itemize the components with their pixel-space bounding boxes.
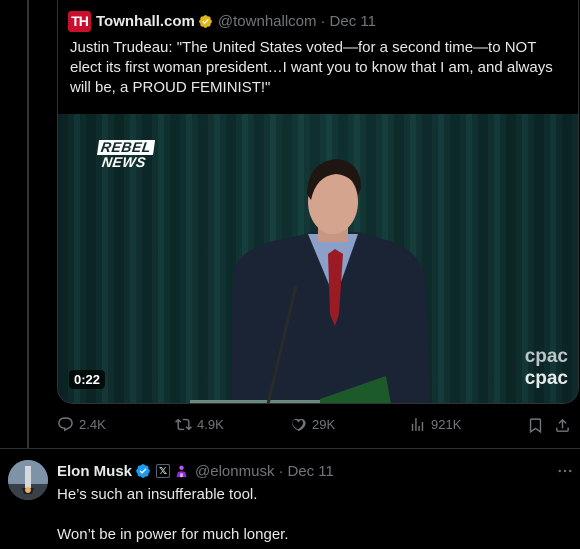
quoted-post-date[interactable]: Dec 11 [330, 13, 376, 30]
views-count: 921K [431, 417, 462, 432]
bookmark-icon[interactable] [527, 417, 544, 434]
verified-gold-badge-icon [199, 14, 212, 28]
reply-author-handle[interactable]: @elonmusk [195, 463, 274, 480]
quoted-author-name[interactable]: Townhall.com [96, 13, 195, 30]
views-chart-icon [411, 418, 424, 431]
reply-post-date[interactable]: Dec 11 [287, 463, 333, 480]
reply-text-line-1: He’s such an insufferable tool. [57, 486, 258, 503]
cpac-logo: cpac cpac [525, 346, 568, 390]
rebel-news-watermark: REBEL NEWS [92, 136, 157, 174]
cpac-logo-bottom: cpac [524, 368, 568, 389]
rebel-watermark-bottom: NEWS [100, 154, 148, 170]
repost-count: 4.9K [197, 417, 224, 432]
reply-button[interactable]: 2.4K [57, 416, 106, 433]
verified-blue-badge-icon [136, 464, 150, 478]
separator-dot: · [278, 462, 284, 480]
post-action-bar: 2.4K 4.9K 29K 921K [57, 416, 577, 436]
separator-dot: · [320, 12, 326, 30]
thread-connector-line [27, 0, 29, 448]
repost-button[interactable]: 4.9K [175, 416, 224, 433]
views-button[interactable]: 921K [409, 416, 461, 433]
reply-count: 2.4K [79, 417, 106, 432]
reply-icon [58, 417, 73, 432]
post-divider [0, 448, 580, 449]
cpac-logo-top: cpac [524, 346, 568, 367]
x-affiliate-badge-icon: 𝕏 [156, 464, 171, 478]
like-count: 29K [312, 417, 336, 432]
reply-text-line-2: Won’t be in power for much longer. [57, 526, 289, 543]
like-heart-icon [292, 418, 306, 431]
townhall-avatar[interactable]: TH [68, 10, 91, 32]
quoted-post-text: Justin Trudeau: "The United States voted… [70, 39, 553, 96]
share-icon[interactable] [554, 417, 571, 434]
reply-post-header: Elon Musk 𝕏 @elonmusk · Dec 11 [57, 461, 334, 481]
rebel-watermark-top: REBEL [97, 139, 156, 155]
government-purple-badge-icon [176, 465, 187, 477]
video-player[interactable]: REBEL NEWS cpac cpac 0:22 [58, 114, 578, 403]
like-button[interactable]: 29K [290, 416, 335, 433]
more-options-icon[interactable] [556, 462, 574, 480]
video-duration: 0:22 [69, 370, 106, 389]
quoted-post-header: TH Townhall.com @townhallcom · Dec 11 [68, 10, 376, 32]
reply-author-name[interactable]: Elon Musk [57, 463, 132, 480]
quoted-author-handle[interactable]: @townhallcom [218, 13, 317, 30]
elon-musk-avatar[interactable] [8, 460, 48, 500]
quoted-post-card[interactable]: TH Townhall.com @townhallcom · Dec 11 Ju… [57, 0, 579, 404]
repost-icon [175, 418, 192, 431]
avatar-image [8, 460, 48, 500]
